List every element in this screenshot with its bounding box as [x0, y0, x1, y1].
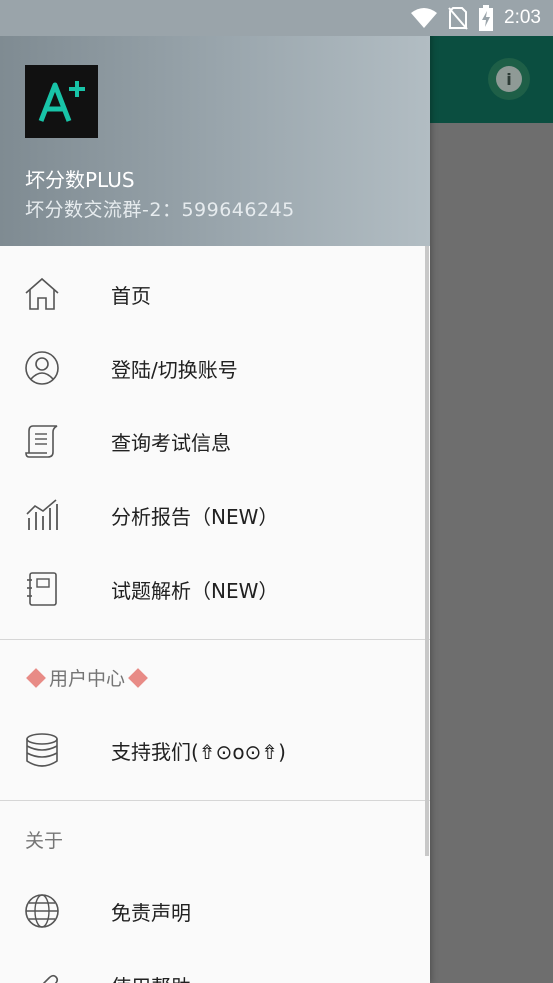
- menu-label: 登陆/切换账号: [111, 357, 238, 382]
- menu-item-support-us[interactable]: 支持我们(⇮⊙o⊙⇮): [0, 715, 430, 785]
- battery-charging-icon: [479, 5, 494, 31]
- scrollbar[interactable]: [425, 246, 429, 856]
- menu-label: 分析报告（NEW）: [111, 504, 279, 529]
- divider: [0, 639, 430, 640]
- info-icon: i: [496, 66, 522, 92]
- status-bar: 2:03: [0, 0, 553, 36]
- notebook-icon: [27, 572, 57, 606]
- database-icon: [26, 733, 58, 767]
- menu-label: 使用帮助: [111, 971, 191, 983]
- section-title-user-center: 用户中心: [25, 664, 151, 691]
- help-icon: [42, 974, 59, 983]
- menu-label: 查询考试信息: [111, 430, 231, 455]
- home-icon: [25, 277, 59, 310]
- menu-item-question-analysis[interactable]: 试题解析（NEW）: [0, 554, 430, 624]
- menu-label: 支持我们(⇮⊙o⊙⇮): [111, 739, 286, 764]
- drawer-header: 坏分数PLUS 坏分数交流群-2：599646245: [0, 0, 430, 246]
- menu-item-login[interactable]: 登陆/切换账号: [0, 333, 430, 403]
- diamond-icon: [128, 667, 148, 688]
- menu-label: 首页: [111, 283, 151, 308]
- section-title-about: 关于: [25, 830, 64, 852]
- info-button[interactable]: i: [488, 58, 530, 100]
- scroll-icon: [25, 425, 58, 458]
- diamond-icon: [26, 667, 46, 688]
- navigation-drawer: 坏分数PLUS 坏分数交流群-2：599646245 首页 登陆/切换账号 查询…: [0, 0, 430, 983]
- menu-item-exam-info[interactable]: 查询考试信息: [0, 406, 430, 476]
- group-info: 坏分数交流群-2：599646245: [25, 199, 295, 221]
- screen: i 2:03 坏分数PLUS 坏分数交流群-2：599646245 首页 登陆/…: [0, 0, 553, 983]
- wifi-icon: [411, 8, 438, 28]
- clock: 2:03: [504, 7, 541, 28]
- globe-icon: [25, 894, 59, 928]
- menu-item-analysis[interactable]: 分析报告（NEW）: [0, 480, 430, 550]
- menu-item-disclaimer[interactable]: 免责声明: [0, 876, 430, 946]
- menu-label: 免责声明: [111, 900, 191, 925]
- chart-icon: [26, 499, 58, 530]
- account-icon: [25, 351, 59, 385]
- no-sim-icon: [448, 7, 468, 30]
- divider: [0, 800, 430, 801]
- menu-item-help[interactable]: 使用帮助: [0, 950, 430, 983]
- menu-item-home[interactable]: 首页: [0, 259, 430, 329]
- app-logo: [25, 65, 98, 138]
- menu-label: 试题解析（NEW）: [111, 578, 279, 603]
- app-title: 坏分数PLUS: [25, 168, 135, 192]
